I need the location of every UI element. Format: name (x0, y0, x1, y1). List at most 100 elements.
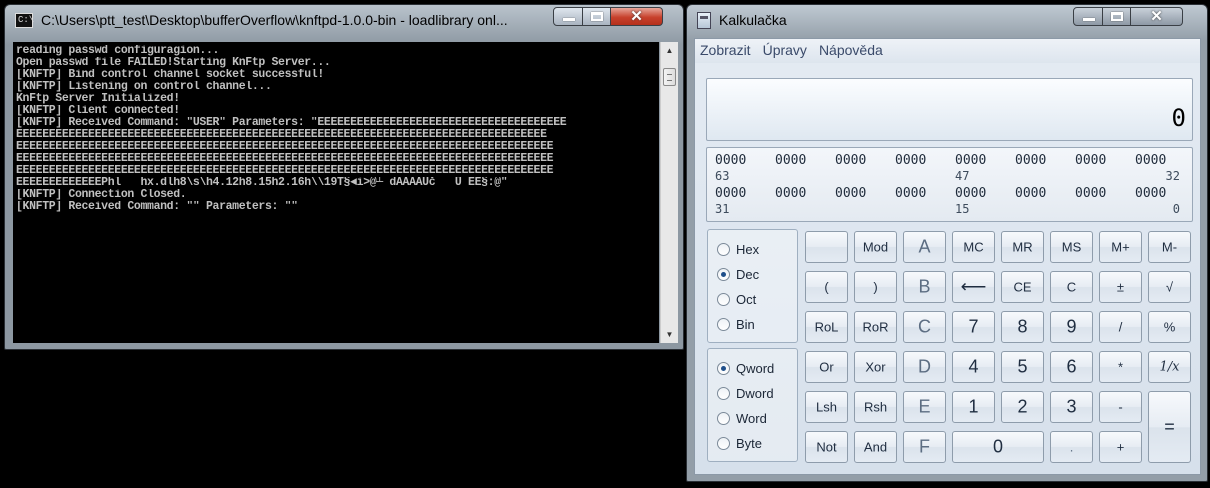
add-button[interactable]: + (1099, 431, 1142, 463)
menu-napoveda[interactable]: Nápověda (814, 39, 890, 63)
radio-byte[interactable]: Byte (717, 436, 762, 451)
bit-nibble[interactable]: 0000 (1135, 186, 1166, 201)
hex-e-button[interactable]: E (903, 391, 946, 423)
m-minus-button[interactable]: M- (1148, 231, 1191, 263)
divide-button[interactable]: / (1099, 311, 1142, 343)
subtract-button[interactable]: - (1099, 391, 1142, 423)
radio-hex[interactable]: Hex (717, 242, 759, 257)
radio-button-icon[interactable] (717, 412, 730, 425)
radio-dec[interactable]: Dec (717, 267, 759, 282)
radio-button-icon[interactable] (717, 437, 730, 450)
bit-nibble[interactable]: 0000 (1075, 186, 1106, 201)
scroll-down-arrow-icon[interactable]: ▼ (661, 326, 678, 343)
radio-button-icon[interactable] (717, 243, 730, 256)
radio-button-selected-icon[interactable] (717, 268, 730, 281)
radio-button-icon[interactable] (717, 293, 730, 306)
backspace-button[interactable]: ⟵ (952, 271, 995, 303)
bit-nibble[interactable]: 0000 (775, 186, 806, 201)
calculator-app-icon (697, 12, 711, 29)
digit-0-button[interactable]: 0 (952, 431, 1044, 463)
decimal-button[interactable]: . (1050, 431, 1093, 463)
hex-f-button[interactable]: F (903, 431, 946, 463)
bit-nibble[interactable]: 0000 (835, 186, 866, 201)
key-label: / (1118, 319, 1123, 335)
rsh-button[interactable]: Rsh (854, 391, 897, 423)
console-output[interactable]: reading passwd configuragion... Open pas… (13, 42, 659, 343)
hex-a-button[interactable]: A (903, 231, 946, 263)
bit-nibble[interactable]: 0000 (955, 153, 986, 168)
radio-qword[interactable]: Qword (717, 361, 774, 376)
reciprocal-button[interactable]: 1/x (1148, 351, 1191, 383)
not-button[interactable]: Not (805, 431, 848, 463)
mc-button[interactable]: MC (952, 231, 995, 263)
calculator-minimize-button[interactable] (1073, 7, 1103, 26)
console-close-button[interactable]: ✕ (611, 7, 663, 26)
bit-nibble[interactable]: 0000 (1015, 153, 1046, 168)
bit-nibble[interactable]: 0000 (775, 153, 806, 168)
sqrt-button[interactable]: √ (1148, 271, 1191, 303)
radio-oct[interactable]: Oct (717, 292, 756, 307)
console-titlebar[interactable]: C:\ C:\Users\ptt_test\Desktop\bufferOver… (5, 5, 683, 35)
digit-9-button[interactable]: 9 (1050, 311, 1093, 343)
scrollbar-thumb[interactable] (663, 68, 676, 86)
digit-7-button[interactable]: 7 (952, 311, 995, 343)
console-maximize-button[interactable] (583, 7, 611, 26)
bit-nibble[interactable]: 0000 (1015, 186, 1046, 201)
radio-bin[interactable]: Bin (717, 317, 755, 332)
ms-button[interactable]: MS (1050, 231, 1093, 263)
equals-button[interactable]: = (1148, 391, 1191, 463)
bit-nibble[interactable]: 0000 (955, 186, 986, 201)
bit-nibble[interactable]: 0000 (895, 186, 926, 201)
xor-button[interactable]: Xor (854, 351, 897, 383)
percent-button[interactable]: % (1148, 311, 1191, 343)
bit-nibble[interactable]: 0000 (835, 153, 866, 168)
lsh-button[interactable]: Lsh (805, 391, 848, 423)
radio-label: Bin (736, 317, 755, 332)
bit-nibble[interactable]: 0000 (715, 153, 746, 168)
ror-button[interactable]: RoR (854, 311, 897, 343)
key-label: 6 (1066, 356, 1077, 377)
mr-button[interactable]: MR (1001, 231, 1044, 263)
plus-minus-button[interactable]: ± (1099, 271, 1142, 303)
console-line: KnFtp Server Initialized! (16, 93, 180, 105)
calculator-close-button[interactable]: ✕ (1131, 7, 1183, 26)
console-minimize-button[interactable] (553, 7, 583, 26)
radio-button-selected-icon[interactable] (717, 362, 730, 375)
hex-c-button[interactable]: C (903, 311, 946, 343)
multiply-button[interactable]: * (1099, 351, 1142, 383)
digit-2-button[interactable]: 2 (1001, 391, 1044, 423)
radio-button-icon[interactable] (717, 318, 730, 331)
digit-4-button[interactable]: 4 (952, 351, 995, 383)
menu-zobrazit[interactable]: Zobrazit (695, 39, 758, 63)
digit-6-button[interactable]: 6 (1050, 351, 1093, 383)
console-line: [KNFTP] Listening on control channel... (16, 81, 272, 93)
console-vertical-scrollbar[interactable]: ▲ ▼ (660, 42, 678, 343)
calculator-maximize-button[interactable] (1103, 7, 1131, 26)
key-label: M- (1161, 239, 1178, 255)
and-button[interactable]: And (854, 431, 897, 463)
close-paren-button[interactable]: ) (854, 271, 897, 303)
radio-dword[interactable]: Dword (717, 386, 774, 401)
or-button[interactable]: Or (805, 351, 848, 383)
radio-word[interactable]: Word (717, 411, 767, 426)
bit-nibble[interactable]: 0000 (1135, 153, 1166, 168)
scroll-up-arrow-icon[interactable]: ▲ (661, 42, 678, 59)
menu-upravy[interactable]: Úpravy (758, 39, 814, 63)
radio-button-icon[interactable] (717, 387, 730, 400)
open-paren-button[interactable]: ( (805, 271, 848, 303)
digit-5-button[interactable]: 5 (1001, 351, 1044, 383)
calculator-titlebar[interactable]: Kalkulačka ✕ (687, 5, 1207, 35)
rol-button[interactable]: RoL (805, 311, 848, 343)
ce-button[interactable]: CE (1001, 271, 1044, 303)
hex-d-button[interactable]: D (903, 351, 946, 383)
digit-1-button[interactable]: 1 (952, 391, 995, 423)
digit-3-button[interactable]: 3 (1050, 391, 1093, 423)
m-plus-button[interactable]: M+ (1099, 231, 1142, 263)
digit-8-button[interactable]: 8 (1001, 311, 1044, 343)
mod-button[interactable]: Mod (854, 231, 897, 263)
bit-nibble[interactable]: 0000 (1075, 153, 1106, 168)
bit-nibble[interactable]: 0000 (715, 186, 746, 201)
hex-b-button[interactable]: B (903, 271, 946, 303)
bit-nibble[interactable]: 0000 (895, 153, 926, 168)
clear-button[interactable]: C (1050, 271, 1093, 303)
